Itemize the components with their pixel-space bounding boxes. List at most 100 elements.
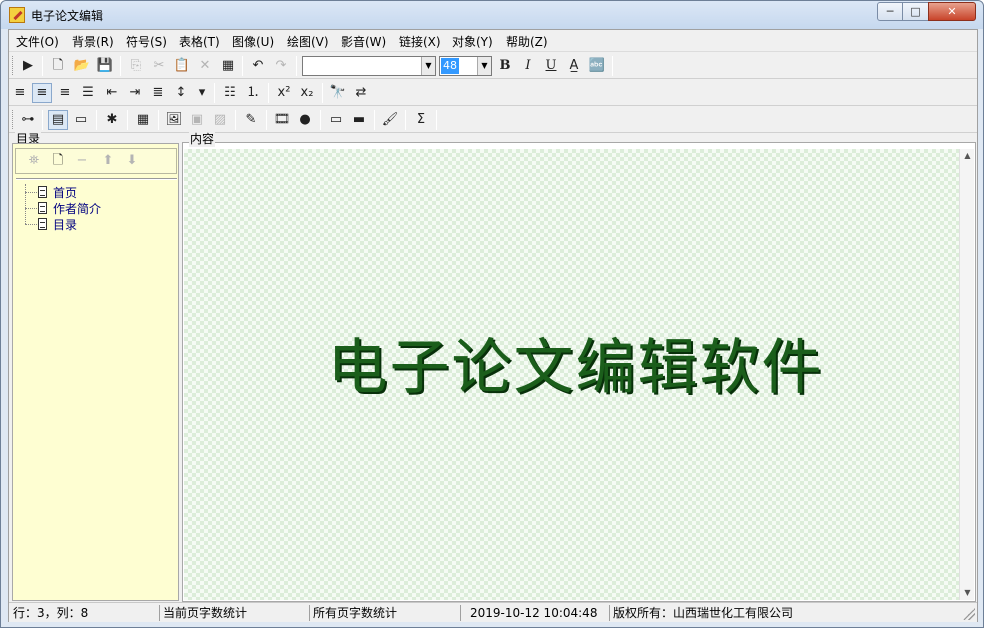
line-spacing-icon[interactable]: ↕ xyxy=(171,83,191,103)
content-panel: 电子论文编辑软件 ▲ ▼ xyxy=(182,142,976,602)
add-child-node-icon[interactable]: ⛯ xyxy=(24,151,44,171)
find-icon[interactable]: 🔭 xyxy=(328,83,348,103)
minimize-button[interactable]: ─ xyxy=(877,2,903,21)
toolbar-separator xyxy=(612,56,613,76)
format-painter-icon[interactable]: 🖌 xyxy=(380,110,400,130)
play-icon[interactable]: ▶ xyxy=(18,56,38,76)
menu-link[interactable]: 链接(X) xyxy=(399,33,441,50)
toolbar-separator xyxy=(266,110,267,130)
menu-file[interactable]: 文件(O) xyxy=(16,33,59,50)
font-name-select[interactable]: ▼ xyxy=(302,56,436,76)
undo-icon[interactable]: ↶ xyxy=(248,56,268,76)
insert-table-icon[interactable]: ▦ xyxy=(133,110,153,130)
save-icon[interactable]: 💾 xyxy=(95,56,115,76)
menu-draw[interactable]: 绘图(V) xyxy=(287,33,329,50)
image-edit-icon[interactable]: ▨ xyxy=(210,110,230,130)
menu-background[interactable]: 背景(R) xyxy=(72,33,114,50)
video-icon[interactable]: 🎞 xyxy=(272,110,292,130)
maximize-button[interactable]: □ xyxy=(902,2,929,21)
outline-view-icon[interactable]: ▭ xyxy=(71,110,91,130)
scroll-up-icon[interactable]: ▲ xyxy=(960,149,975,163)
increase-indent-icon[interactable]: ⇥ xyxy=(125,83,145,103)
decrease-indent-icon[interactable]: ⇤ xyxy=(102,83,122,103)
chevron-down-icon[interactable]: ▼ xyxy=(477,57,491,75)
add-page-icon[interactable]: 🗋 xyxy=(48,151,68,171)
directory-panel: ⛯ 🗋 − ⬆ ⬇ 首页 作者简介 目录 xyxy=(12,143,179,601)
drawing-icon[interactable]: ✎ xyxy=(241,110,261,130)
toolbar-separator xyxy=(268,83,269,103)
tree-divider xyxy=(16,178,177,180)
menu-help[interactable]: 帮助(Z) xyxy=(506,33,548,50)
object-icon[interactable]: ▬ xyxy=(349,110,369,130)
align-right-icon[interactable]: ≡ xyxy=(55,83,75,103)
paste-icon[interactable]: 📋 xyxy=(172,56,192,76)
tree-structure-icon[interactable]: ⊶ xyxy=(18,110,38,130)
status-all-word-count: 所有页字数统计 xyxy=(311,605,461,621)
formula-sigma-icon[interactable]: Σ xyxy=(411,110,431,130)
font-settings-icon[interactable]: 🔤 xyxy=(587,56,607,76)
menu-object[interactable]: 对象(Y) xyxy=(452,33,493,50)
superscript-icon[interactable]: x² xyxy=(274,83,294,103)
bullet-list-icon[interactable]: ☷ xyxy=(220,83,240,103)
italic-button[interactable]: I xyxy=(518,56,538,76)
page-view-icon[interactable]: ▤ xyxy=(48,110,68,130)
copy-icon[interactable]: ⎘ xyxy=(126,56,146,76)
underline-button[interactable]: U xyxy=(541,56,561,76)
paragraph-indent-icon[interactable]: ≣ xyxy=(148,83,168,103)
cut-icon[interactable]: ✂ xyxy=(149,56,169,76)
remove-node-icon[interactable]: − xyxy=(72,151,92,171)
toolbar-separator xyxy=(320,110,321,130)
toolbar-separator xyxy=(296,56,297,76)
tree-toolbar: ⛯ 🗋 − ⬆ ⬇ xyxy=(15,148,177,174)
menu-image[interactable]: 图像(U) xyxy=(232,33,274,50)
status-bar: 行：3，列：8 当前页字数统计 所有页字数统计 2019-10-12 10:04… xyxy=(9,602,977,622)
open-folder-icon[interactable]: 📂 xyxy=(72,56,92,76)
scroll-down-icon[interactable]: ▼ xyxy=(960,586,975,600)
justify-icon[interactable]: ☰ xyxy=(78,83,98,103)
move-up-icon[interactable]: ⬆ xyxy=(98,151,118,171)
move-down-icon[interactable]: ⬇ xyxy=(122,151,142,171)
subscript-icon[interactable]: x₂ xyxy=(297,83,317,103)
replace-icon[interactable]: ⇄ xyxy=(351,83,371,103)
new-document-icon[interactable]: 🗋 xyxy=(48,56,68,76)
resize-grip-icon[interactable] xyxy=(963,608,975,620)
content-panel-label: 内容 xyxy=(189,130,216,147)
status-datetime: 2019-10-12 10:04:48 xyxy=(462,605,610,621)
toolbar-grip[interactable] xyxy=(12,56,15,75)
align-center-icon[interactable]: ≡ xyxy=(32,83,52,103)
bold-button[interactable]: B xyxy=(495,56,515,76)
status-copyright: 版权所有：山西瑞世化工有限公司 xyxy=(613,606,794,620)
editor-canvas[interactable]: 电子论文编辑软件 xyxy=(184,149,959,600)
menu-table[interactable]: 表格(T) xyxy=(179,33,220,50)
tree-item-label: 作者简介 xyxy=(53,202,102,216)
client-area: 文件(O) 背景(R) 符号(S) 表格(T) 图像(U) 绘图(V) 影音(W… xyxy=(8,29,978,622)
toolbar-separator xyxy=(235,110,236,130)
title-bar[interactable]: 电子论文编辑 ─ □ ✕ xyxy=(1,1,983,29)
image-properties-icon[interactable]: ▣ xyxy=(187,110,207,130)
redo-icon[interactable]: ↷ xyxy=(271,56,291,76)
chevron-down-icon[interactable]: ▾ xyxy=(192,83,212,103)
align-left-icon[interactable]: ≡ xyxy=(10,83,30,103)
standard-toolbar: ▶ 🗋 📂 💾 ⎘ ✂ 📋 ✕ ▦ ↶ ↷ ▼ 48 ▼ B I U A̲ 🔤 xyxy=(9,53,977,79)
close-button[interactable]: ✕ xyxy=(928,2,976,21)
menu-symbol[interactable]: 符号(S) xyxy=(126,33,167,50)
toolbar-separator xyxy=(374,110,375,130)
menu-media[interactable]: 影音(W) xyxy=(341,33,386,50)
tree-guide xyxy=(25,184,26,224)
numbered-list-icon[interactable]: ⒈ xyxy=(243,83,263,103)
chevron-down-icon[interactable]: ▼ xyxy=(421,57,435,75)
document-icon xyxy=(38,186,47,198)
menu-bar: 文件(O) 背景(R) 符号(S) 表格(T) 图像(U) 绘图(V) 影音(W… xyxy=(9,30,977,52)
audio-icon[interactable]: ● xyxy=(295,110,315,130)
toolbar-grip[interactable] xyxy=(12,110,15,129)
frame-icon[interactable]: ▭ xyxy=(326,110,346,130)
toolbar-separator xyxy=(127,110,128,130)
vertical-scrollbar[interactable]: ▲ ▼ xyxy=(959,149,974,600)
insert-image-icon[interactable]: 🖼 xyxy=(164,110,184,130)
font-size-select[interactable]: 48 ▼ xyxy=(439,56,492,76)
document-title[interactable]: 电子论文编辑软件 xyxy=(184,319,959,406)
delete-icon[interactable]: ✕ xyxy=(195,56,215,76)
font-color-icon[interactable]: A̲ xyxy=(564,56,584,76)
select-all-icon[interactable]: ▦ xyxy=(218,56,238,76)
special-symbol-icon[interactable]: ✱ xyxy=(102,110,122,130)
